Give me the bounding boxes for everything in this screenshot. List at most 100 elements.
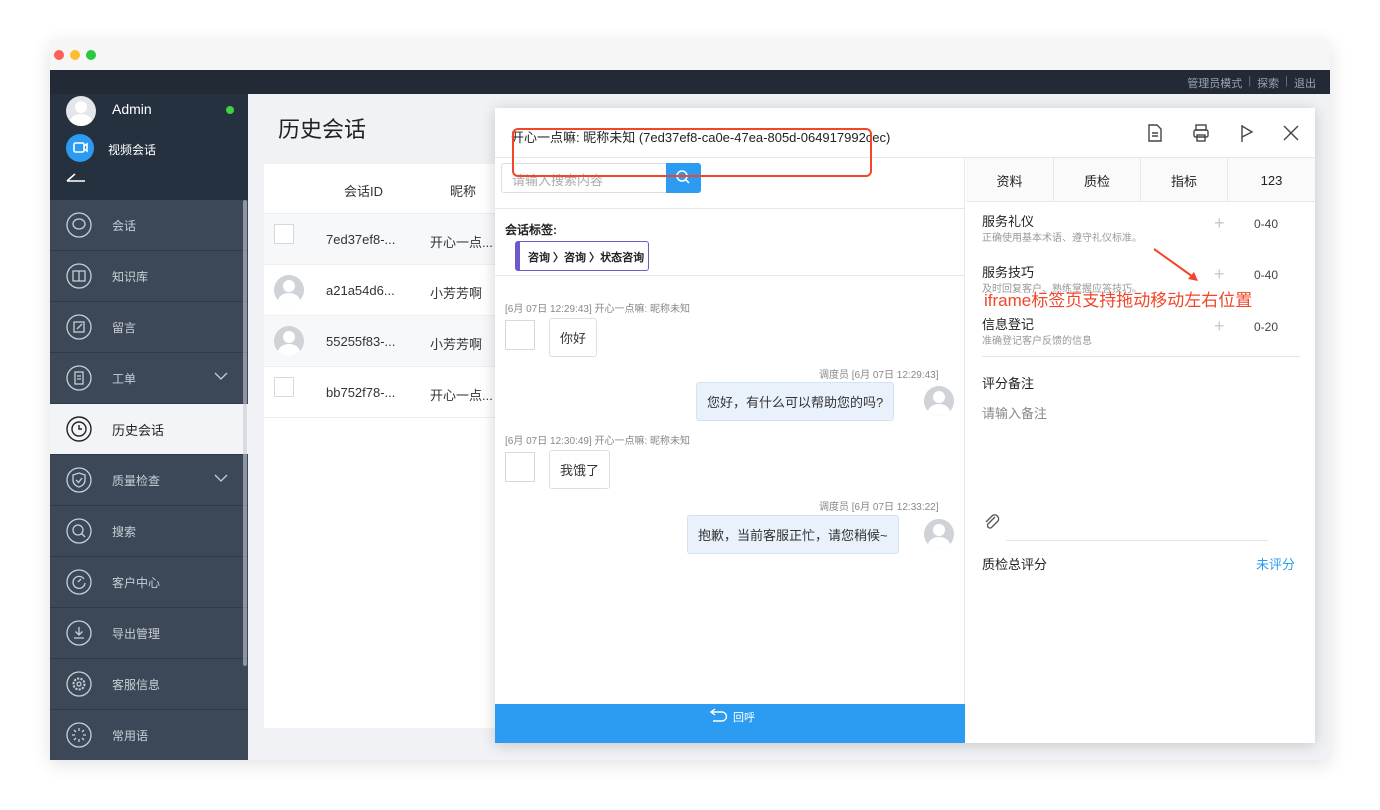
sidebar-item-label: 知识库	[112, 269, 149, 284]
shield-check-icon	[66, 467, 92, 493]
chevron-down-icon[interactable]	[214, 473, 228, 483]
nav-separator: |	[1285, 75, 1288, 87]
broken-image-icon	[274, 224, 294, 244]
settings-icon	[66, 671, 92, 697]
column-header-nick[interactable]: 昵称	[450, 181, 476, 200]
phrases-icon	[66, 722, 92, 748]
session-nick: 开心一点...	[430, 235, 493, 250]
info-panel: 资料 质检 指标 123 服务礼仪 正确使用基本术语、遵守礼仪标准。 + 0-4…	[966, 158, 1315, 743]
tab-profile[interactable]: 资料	[966, 158, 1054, 202]
document-icon	[66, 365, 92, 391]
sidebar-item-knowledge[interactable]: 知识库	[50, 251, 248, 302]
sidebar-header: Admin 视频会话	[50, 94, 248, 200]
attachment-icon[interactable]	[982, 512, 1002, 532]
sidebar-item-label: 历史会话	[112, 422, 165, 438]
app-window: 管理员模式 | 探索 | 退出 Admin 视频会话 会话 知识库 留言 工单 …	[50, 40, 1330, 760]
sidebar-item-label: 会话	[112, 218, 137, 233]
table-row[interactable]: 7ed37ef8-... 开心一点...	[264, 214, 496, 265]
session-nick: 开心一点...	[430, 388, 493, 403]
session-id: 7ed37ef8-...	[326, 232, 396, 247]
table-row[interactable]: 55255f83-... 小芳芳啊	[264, 316, 496, 367]
callback-button[interactable]: 回呼	[495, 704, 965, 743]
broken-image-icon	[505, 452, 535, 482]
customer-message: 我饿了	[549, 450, 611, 489]
note-input[interactable]: 请输入备注	[982, 403, 1047, 422]
tabs-highlight-box	[512, 128, 872, 177]
minimize-window-button[interactable]	[70, 50, 80, 60]
sidebar-item-tickets[interactable]: 工单	[50, 353, 248, 404]
user-avatar[interactable]	[66, 96, 96, 126]
customer-message: 你好	[549, 318, 598, 357]
divider	[982, 356, 1300, 357]
admin-mode-link[interactable]: 管理员模式	[1187, 75, 1242, 91]
agent-message: 抱歉，当前客服正忙，请您稍候~	[687, 515, 899, 554]
tab-custom[interactable]: 123	[1228, 158, 1315, 202]
window-titlebar	[50, 40, 1330, 70]
sidebar-item-history[interactable]: 历史会话	[50, 404, 248, 455]
sidebar-menu: 会话 知识库 留言 工单 历史会话 质量检查 搜索 客户中心 导出管理 客服信息…	[50, 200, 248, 760]
tag-chip[interactable]: 咨询 〉咨询 〉状态咨询	[515, 241, 650, 271]
close-window-button[interactable]	[54, 50, 64, 60]
sidebar-scrollbar[interactable]	[243, 200, 247, 666]
nav-separator: |	[1248, 75, 1252, 87]
total-score-value[interactable]: 未评分	[1256, 554, 1295, 573]
divider	[1006, 540, 1268, 541]
top-bar: 管理员模式 | 探索 | 退出	[50, 70, 1330, 94]
sidebar-item-customers[interactable]: 客户中心	[50, 557, 248, 608]
book-icon	[66, 263, 92, 289]
sidebar-item-agent-info[interactable]: 客服信息	[50, 659, 248, 710]
online-status-dot	[226, 106, 234, 114]
print-icon[interactable]	[1191, 123, 1211, 143]
sidebar-item-search[interactable]: 搜索	[50, 506, 248, 557]
flag-icon[interactable]	[1237, 123, 1257, 143]
sidebar-item-label: 客户中心	[112, 575, 161, 590]
explore-link[interactable]: 探索	[1257, 75, 1279, 91]
history-list: 会话ID 昵称 7ed37ef8-... 开心一点... a21a54d6...…	[264, 164, 496, 728]
video-chat-label[interactable]: 视频会话	[108, 141, 156, 158]
chevron-down-icon[interactable]	[214, 371, 228, 381]
edit-note-icon	[66, 314, 92, 340]
maximize-window-button[interactable]	[86, 50, 96, 60]
close-icon[interactable]	[1281, 123, 1301, 143]
total-score-label: 质检总评分	[982, 557, 1048, 572]
message-meta: 调度员 [6月 07日 12:29:43]	[819, 370, 939, 381]
session-tags: 会话标签: 咨询 〉咨询 〉状态咨询	[495, 208, 965, 276]
document-icon[interactable]	[1145, 123, 1165, 143]
tab-metrics[interactable]: 指标	[1141, 158, 1228, 202]
panel-tabs: 资料 质检 指标 123	[966, 158, 1315, 202]
page-title: 历史会话	[278, 117, 367, 142]
collapse-menu-icon[interactable]	[66, 172, 86, 182]
logout-link[interactable]: 退出	[1294, 75, 1316, 91]
user-name: Admin	[112, 101, 152, 117]
clock-icon	[66, 416, 92, 442]
column-header-id[interactable]: 会话ID	[344, 181, 383, 200]
chat-bubble-icon	[66, 212, 92, 238]
sidebar-item-chat[interactable]: 会话	[50, 200, 248, 251]
add-score-button[interactable]: +	[1214, 213, 1225, 234]
video-chat-icon[interactable]	[66, 134, 94, 162]
list-header: 会话ID 昵称	[264, 164, 496, 214]
sidebar-item-label: 留言	[112, 320, 137, 335]
qc-item-range: 0-40	[1254, 217, 1279, 231]
sidebar-item-quality[interactable]: 质量检查	[50, 455, 248, 506]
sidebar: Admin 视频会话 会话 知识库 留言 工单 历史会话 质量检查 搜索 客户中…	[50, 94, 248, 760]
tag-label: 会话标签:	[505, 223, 557, 237]
tab-quality[interactable]: 质检	[1054, 158, 1141, 202]
broken-image-icon	[274, 377, 294, 397]
qc-item-title: 信息登记	[982, 317, 1035, 332]
session-id: a21a54d6...	[326, 283, 395, 298]
sidebar-item-label: 搜索	[112, 524, 137, 539]
sidebar-item-label: 工单	[112, 371, 137, 386]
sidebar-item-label: 客服信息	[112, 677, 161, 692]
table-row[interactable]: bb752f78-... 开心一点...	[264, 367, 496, 418]
annotation-text: iframe标签页支持拖动移动左右位置	[984, 291, 1253, 310]
add-score-button[interactable]: +	[1214, 316, 1225, 337]
chat-transcript: 请输入搜索内容 会话标签: 咨询 〉咨询 〉状态咨询 [6月 07日 12:29…	[495, 158, 965, 743]
sidebar-item-phrases[interactable]: 常用语	[50, 710, 248, 760]
note-title: 评分备注	[982, 376, 1035, 391]
table-row[interactable]: a21a54d6... 小芳芳啊	[264, 265, 496, 316]
callback-icon	[709, 708, 728, 722]
message-meta: 调度员 [6月 07日 12:33:22]	[819, 502, 939, 513]
sidebar-item-message[interactable]: 留言	[50, 302, 248, 353]
sidebar-item-export[interactable]: 导出管理	[50, 608, 248, 659]
